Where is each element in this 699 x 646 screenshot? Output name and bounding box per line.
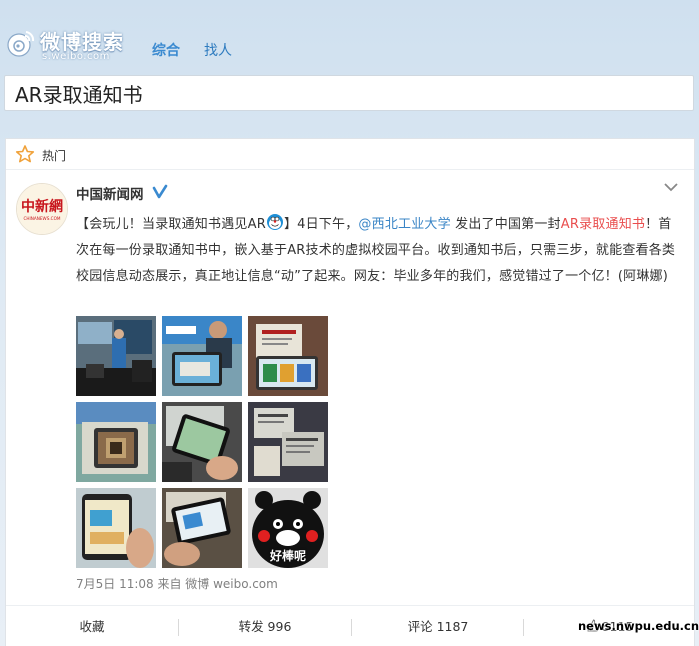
post-text-part: 】4日下午， bbox=[283, 217, 359, 232]
comment-button[interactable]: 评论 1187 bbox=[352, 606, 524, 646]
post-image[interactable] bbox=[162, 402, 242, 482]
repost-button[interactable]: 转发 996 bbox=[179, 606, 351, 646]
watermark: news.nwpu.edu.cn bbox=[578, 619, 699, 633]
post-image-kumamon[interactable]: 好棒呢 bbox=[248, 488, 328, 568]
header: 微博搜索 s.weibo.com 综合 找人 bbox=[0, 0, 699, 72]
search-box[interactable] bbox=[4, 75, 694, 111]
post-image[interactable] bbox=[162, 316, 242, 396]
author-name[interactable]: 中国新闻网 bbox=[76, 183, 144, 203]
doraemon-emoji-icon bbox=[266, 214, 283, 230]
topic-link[interactable]: AR录取通知书 bbox=[561, 217, 645, 232]
chevron-down-icon[interactable] bbox=[663, 181, 679, 193]
weibo-logo-icon bbox=[7, 31, 35, 57]
section-header: 热门 bbox=[6, 139, 694, 170]
star-icon bbox=[15, 145, 35, 163]
post-text-part: 发出了中国第一封 bbox=[450, 217, 561, 232]
tab-find-people[interactable]: 找人 bbox=[204, 40, 232, 60]
weibo-search-logo[interactable]: 微博搜索 s.weibo.com bbox=[6, 26, 126, 64]
post-text-part: 【会玩儿！当录取通知书遇见AR bbox=[76, 217, 266, 232]
logo-subtitle: s.weibo.com bbox=[42, 51, 110, 62]
image-caption: 好棒呢 bbox=[269, 549, 306, 563]
favorite-button[interactable]: 收藏 bbox=[6, 606, 178, 646]
post-image[interactable] bbox=[248, 402, 328, 482]
avatar-sub-text: CHINANEWS.COM bbox=[23, 216, 60, 221]
post-image[interactable] bbox=[76, 488, 156, 568]
verified-icon bbox=[152, 184, 168, 199]
post-image[interactable] bbox=[76, 316, 156, 396]
avatar[interactable]: 中新網 CHINANEWS.COM bbox=[16, 183, 68, 235]
section-label: 热门 bbox=[42, 149, 67, 163]
tab-comprehensive[interactable]: 综合 bbox=[152, 40, 180, 60]
post-image[interactable] bbox=[162, 488, 242, 568]
avatar-logo-text: 中新網 bbox=[21, 198, 63, 215]
image-grid: 好棒呢 bbox=[76, 316, 330, 569]
mention-link[interactable]: @西北工业大学 bbox=[358, 217, 450, 232]
post-image[interactable] bbox=[76, 402, 156, 482]
post-text: 【会玩儿！当录取通知书遇见AR 】4日下午，@西北工业大学 发出了中国第一封AR录… bbox=[76, 212, 680, 290]
search-input[interactable] bbox=[5, 76, 693, 110]
chinanews-logo-icon: 中新網 CHINANEWS.COM bbox=[17, 184, 67, 234]
feed-card: 热门 中新網 CHINANEWS.COM 中国新闻网 【会玩儿！当录取通知书遇见… bbox=[5, 138, 695, 646]
post-meta: 7月5日 11:08 来自 微博 weibo.com bbox=[76, 577, 278, 591]
post-image[interactable] bbox=[248, 316, 328, 396]
